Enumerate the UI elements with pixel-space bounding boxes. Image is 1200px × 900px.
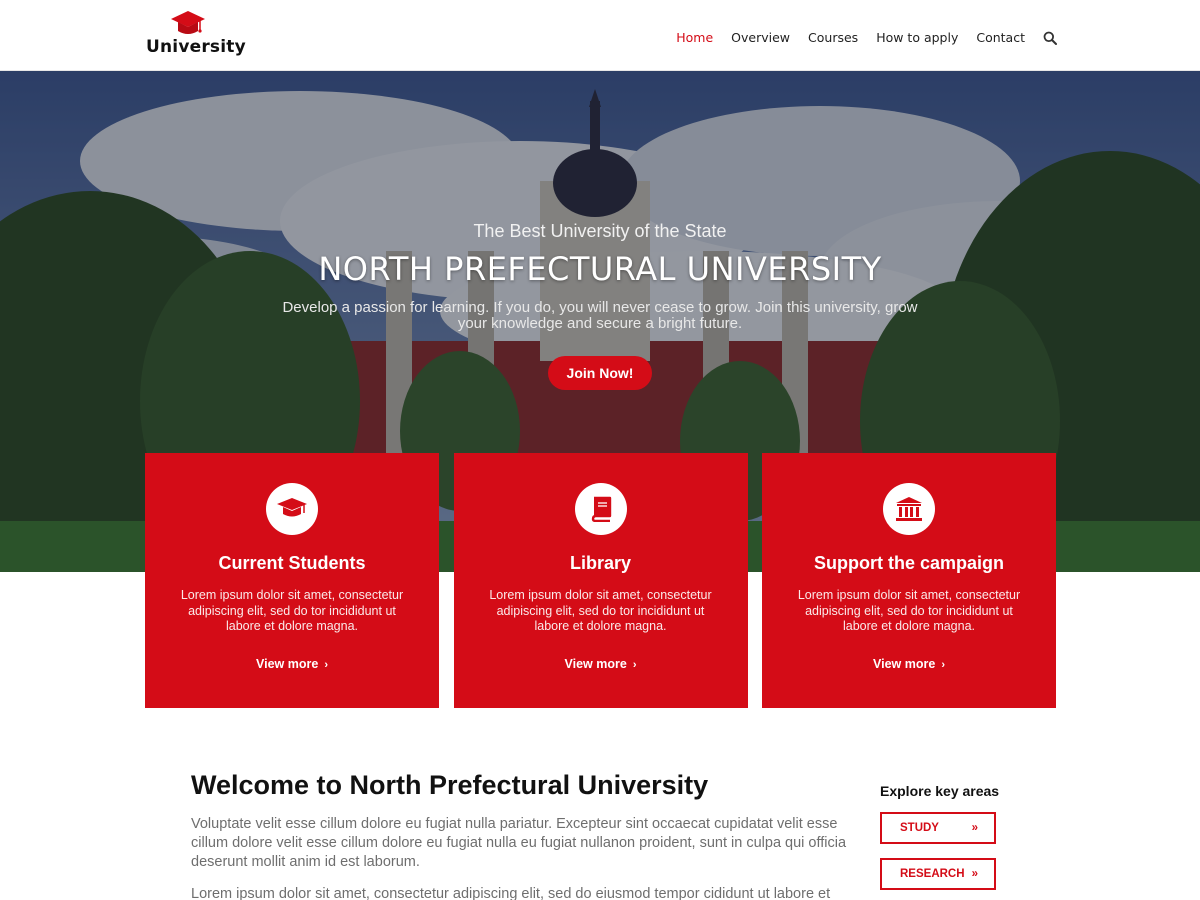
view-more-link[interactable]: View more › xyxy=(565,657,637,671)
card-title: Support the campaign xyxy=(813,553,1004,573)
view-more-link[interactable]: View more › xyxy=(873,657,945,671)
view-more-label: View more xyxy=(564,656,627,671)
welcome-paragraph: Lorem ipsum dolor sit amet, consectetur … xyxy=(191,886,831,900)
explore-key-areas: Explore key areas STUDY » RESEARCH » xyxy=(880,783,1020,900)
double-chevron-right-icon: » xyxy=(971,822,978,834)
chevron-right-icon: › xyxy=(632,658,637,671)
nav-courses[interactable]: Courses xyxy=(808,30,858,45)
card-title: Current Students xyxy=(218,553,366,573)
card-title: Library xyxy=(569,553,632,573)
main-nav: Home Overview Courses How to apply Conta… xyxy=(658,30,1057,45)
logo-text: University xyxy=(146,37,246,57)
institution-icon xyxy=(883,483,935,535)
card-library: Library Lorem ipsum dolor sit amet, cons… xyxy=(453,453,748,708)
hero-title: NORTH PREFECTURAL UNIVERSITY xyxy=(318,250,882,288)
research-button-label: RESEARCH xyxy=(900,868,965,880)
explore-heading: Explore key areas xyxy=(880,783,1000,799)
view-more-label: View more xyxy=(873,656,936,671)
hero-content: The Best University of the State NORTH P… xyxy=(0,221,1200,390)
card-support-campaign: Support the campaign Lorem ipsum dolor s… xyxy=(762,453,1056,708)
search-icon[interactable] xyxy=(1043,31,1057,45)
nav-home[interactable]: Home xyxy=(676,30,713,45)
welcome-paragraph: Voluptate velit esse cillum dolore eu fu… xyxy=(191,816,847,870)
card-text: Lorem ipsum dolor sit amet, consectetur … xyxy=(797,588,1021,633)
welcome-section: Welcome to North Prefectural University … xyxy=(191,770,851,900)
welcome-title: Welcome to North Prefectural University xyxy=(191,770,709,800)
study-button-label: STUDY xyxy=(900,822,939,834)
research-button[interactable]: RESEARCH » xyxy=(880,858,996,890)
study-button[interactable]: STUDY » xyxy=(880,812,996,844)
join-now-button[interactable]: Join Now! xyxy=(547,356,653,390)
graduation-cap-icon xyxy=(171,11,205,34)
hero-description: Develop a passion for learning. If you d… xyxy=(282,299,918,332)
site-header: University Home Overview Courses How to … xyxy=(0,0,1200,71)
nav-contact[interactable]: Contact xyxy=(976,30,1025,45)
feature-cards: Current Students Lorem ipsum dolor sit a… xyxy=(145,453,1056,708)
book-icon xyxy=(574,483,627,535)
hero-tagline: The Best University of the State xyxy=(473,221,727,241)
card-text: Lorem ipsum dolor sit amet, consectetur … xyxy=(180,588,404,633)
card-text: Lorem ipsum dolor sit amet, consectetur … xyxy=(489,588,712,633)
card-current-students: Current Students Lorem ipsum dolor sit a… xyxy=(145,453,439,708)
nav-how-to-apply[interactable]: How to apply xyxy=(876,30,958,45)
double-chevron-right-icon: » xyxy=(971,868,978,880)
view-more-label: View more xyxy=(256,656,319,671)
site-logo[interactable]: University xyxy=(146,10,246,58)
nav-overview[interactable]: Overview xyxy=(731,30,790,45)
chevron-right-icon: › xyxy=(941,658,945,671)
view-more-link[interactable]: View more › xyxy=(256,657,328,671)
graduation-cap-icon xyxy=(266,483,318,535)
chevron-right-icon: › xyxy=(324,658,328,671)
